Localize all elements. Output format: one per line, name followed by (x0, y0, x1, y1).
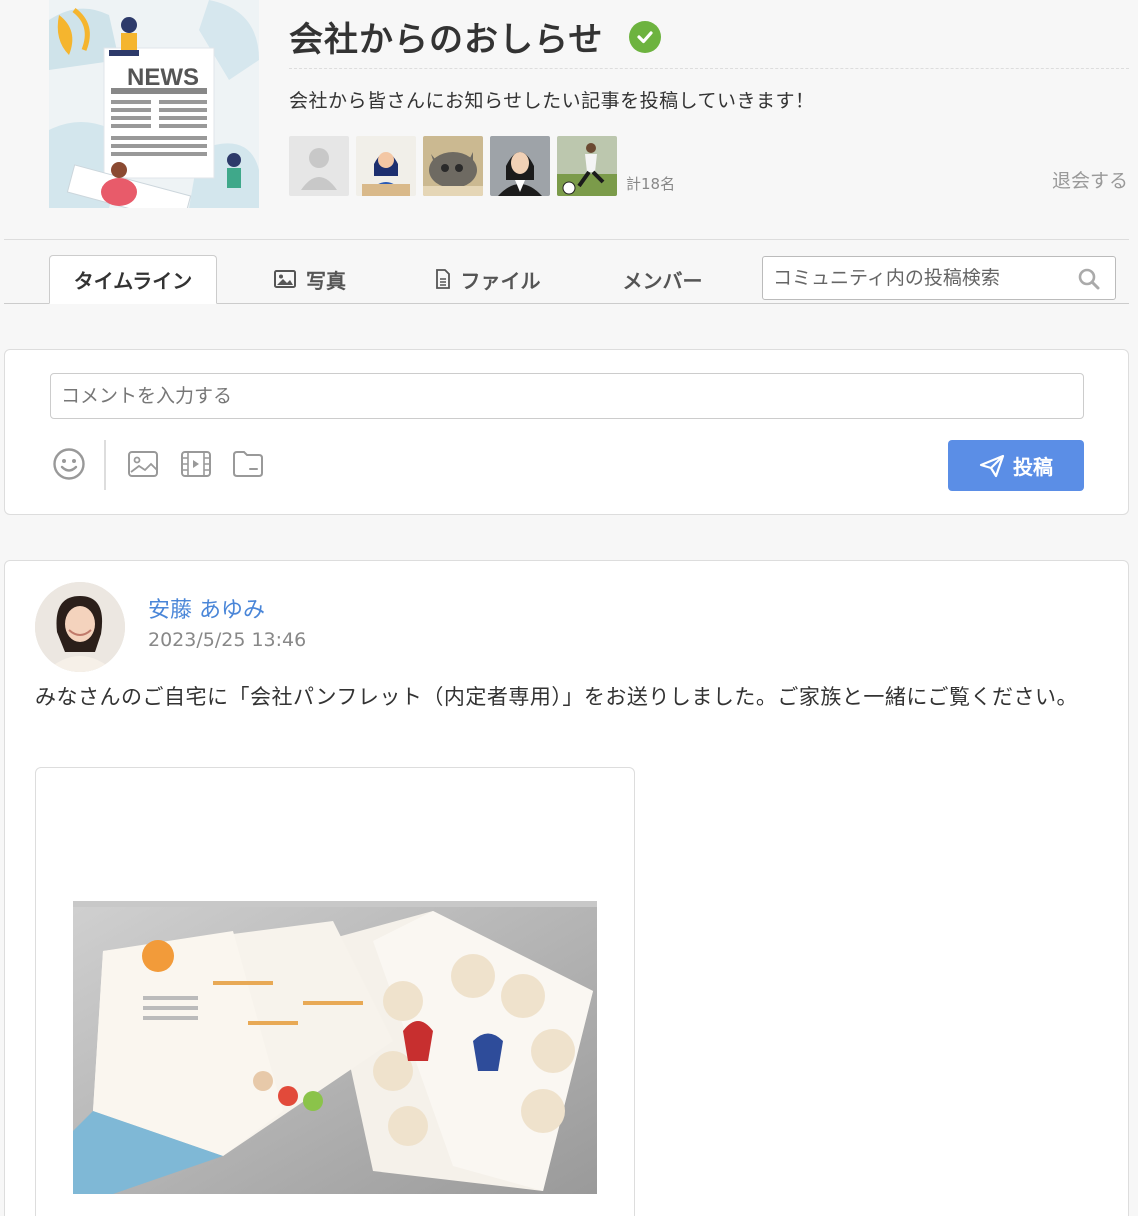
toolbar-separator (104, 440, 106, 490)
image-icon[interactable] (126, 447, 160, 481)
post-button-label: 投稿 (1013, 455, 1053, 479)
tab-label: 写真 (306, 268, 346, 293)
title-divider (289, 68, 1129, 69)
file-icon (435, 269, 451, 289)
post-composer: 投稿 (4, 349, 1129, 515)
member-avatar[interactable] (423, 136, 483, 196)
tab-timeline[interactable]: タイムライン (49, 255, 217, 304)
search-box (762, 256, 1116, 300)
send-icon (979, 454, 1005, 478)
member-avatar[interactable] (289, 136, 349, 196)
leave-community-link[interactable]: 退会する (1052, 166, 1128, 193)
member-avatar[interactable] (356, 136, 416, 196)
tab-label: メンバー (622, 268, 703, 293)
search-input[interactable] (773, 267, 1063, 289)
member-list: 計18名 (289, 136, 675, 196)
member-avatar[interactable] (490, 136, 550, 196)
emoji-icon[interactable] (52, 447, 86, 481)
image-icon (274, 270, 296, 288)
tab-members[interactable]: メンバー (605, 255, 720, 303)
post-body: みなさんのご自宅に「会社パンフレット（内定者専用）」をお送りしました。ご家族と一… (35, 685, 1078, 709)
pamphlet-image[interactable] (73, 901, 597, 1194)
check-circle-icon (629, 20, 662, 53)
tab-files[interactable]: ファイル (420, 255, 555, 303)
post-timestamp: 2023/5/25 13:46 (148, 629, 307, 651)
timeline-post: 安藤 あゆみ 2023/5/25 13:46 みなさんのご自宅に「会社パンフレッ… (4, 560, 1129, 1216)
member-count: 計18名 (626, 175, 676, 193)
tab-label: タイムライン (73, 269, 193, 293)
cover-news-label: NEWS (127, 64, 199, 91)
community-description: 会社から皆さんにお知らせしたい記事を投稿していきます！ (289, 90, 815, 112)
tabs-top-divider (4, 239, 1129, 240)
member-avatar[interactable] (557, 136, 617, 196)
comment-input[interactable] (50, 373, 1084, 419)
folder-icon[interactable] (231, 447, 265, 481)
avatar[interactable] (35, 582, 125, 672)
post-attachment[interactable] (35, 767, 635, 1216)
tab-photos[interactable]: 写真 (260, 255, 360, 303)
video-icon[interactable] (179, 447, 213, 481)
community-cover-image: NEWS (49, 0, 259, 208)
community-title: 会社からのおしらせ (289, 20, 604, 60)
search-icon[interactable] (1077, 267, 1101, 295)
post-button[interactable]: 投稿 (948, 440, 1084, 491)
post-author-link[interactable]: 安藤 あゆみ (148, 592, 265, 624)
tab-label: ファイル (460, 268, 541, 293)
